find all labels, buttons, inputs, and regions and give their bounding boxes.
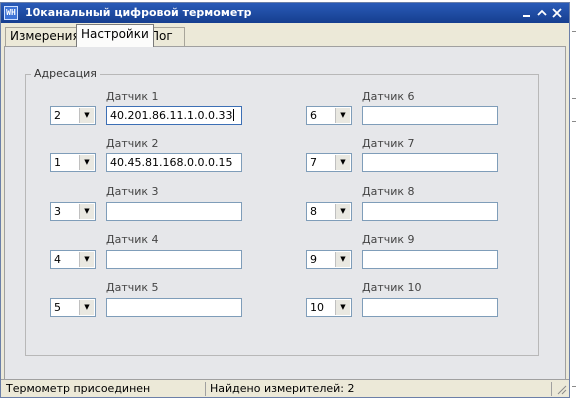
- sensor-5-label: Датчик 5: [106, 281, 159, 294]
- app-window: WH 10канальный цифровой термометр Измере…: [0, 2, 570, 398]
- dropdown-arrow-icon[interactable]: ▼: [79, 204, 94, 219]
- sensor-7-label: Датчик 7: [362, 137, 415, 150]
- dropdown-arrow-icon[interactable]: ▼: [335, 204, 350, 219]
- tab-measurements[interactable]: Измерения: [5, 27, 85, 46]
- sensor-6-label: Датчик 6: [362, 90, 415, 103]
- sensor-5-index-select[interactable]: 5 ▼: [50, 298, 96, 317]
- status-separator: [551, 382, 552, 396]
- sensor-1-address-input[interactable]: 40.201.86.11.1.0.0.33: [106, 106, 242, 125]
- settings-panel: Адресация Датчик 1 2 ▼ 40.201.86.11.1.0.…: [4, 46, 566, 380]
- dropdown-arrow-icon[interactable]: ▼: [335, 155, 350, 170]
- sensor-4-index-select[interactable]: 4 ▼: [50, 250, 96, 269]
- sensor-8-address-input[interactable]: [362, 202, 498, 221]
- status-separator: [205, 382, 206, 396]
- sensor-4-address-input[interactable]: [106, 250, 242, 269]
- dropdown-arrow-icon[interactable]: ▼: [79, 252, 94, 267]
- tab-settings[interactable]: Настройки: [76, 24, 154, 47]
- sensor-7-address-input[interactable]: [362, 153, 498, 172]
- dropdown-arrow-icon[interactable]: ▼: [79, 155, 94, 170]
- dropdown-arrow-icon[interactable]: ▼: [335, 300, 350, 315]
- sensor-9-address-input[interactable]: [362, 250, 498, 269]
- close-icon[interactable]: [550, 6, 564, 20]
- text-caret: [233, 109, 235, 121]
- sensor-8-index-select[interactable]: 8 ▼: [306, 202, 352, 221]
- maximize-icon[interactable]: [535, 6, 549, 20]
- sensor-6-index-value: 6: [310, 109, 317, 122]
- sensor-4-label: Датчик 4: [106, 233, 159, 246]
- addressing-group-label: Адресация: [31, 67, 100, 80]
- edge-tick: [572, 31, 576, 32]
- sensor-10-index-select[interactable]: 10 ▼: [306, 298, 352, 317]
- sensor-3-index-value: 3: [54, 205, 61, 218]
- sensor-4-index-value: 4: [54, 253, 61, 266]
- status-connection: Термометр присоединен: [6, 382, 151, 395]
- status-found-count: Найдено измерителей: 2: [210, 382, 355, 395]
- sensor-9-index-value: 9: [310, 253, 317, 266]
- sensor-2-index-select[interactable]: 1 ▼: [50, 153, 96, 172]
- resize-grip-icon[interactable]: [555, 383, 567, 395]
- sensor-1-address-value: 40.201.86.11.1.0.0.33: [110, 109, 233, 122]
- app-icon[interactable]: WH: [4, 6, 18, 20]
- tab-strip: Измерения Настройки Лог: [1, 23, 569, 47]
- sensor-8-index-value: 8: [310, 205, 317, 218]
- dropdown-arrow-icon[interactable]: ▼: [335, 108, 350, 123]
- sensor-5-index-value: 5: [54, 301, 61, 314]
- sensor-10-index-value: 10: [310, 301, 324, 314]
- window-title: 10канальный цифровой термометр: [25, 6, 252, 19]
- edge-tick: [572, 386, 576, 387]
- sensor-6-address-input[interactable]: [362, 106, 498, 125]
- sensor-10-label: Датчик 10: [362, 281, 422, 294]
- sensor-2-address-input[interactable]: 40.45.81.168.0.0.0.15: [106, 153, 242, 172]
- sensor-3-index-select[interactable]: 3 ▼: [50, 202, 96, 221]
- app-icon-text: WH: [6, 8, 16, 17]
- edge-tick: [572, 121, 576, 122]
- dropdown-arrow-icon[interactable]: ▼: [335, 252, 350, 267]
- sensor-1-index-value: 2: [54, 109, 61, 122]
- dropdown-arrow-icon[interactable]: ▼: [79, 108, 94, 123]
- sensor-9-label: Датчик 9: [362, 233, 415, 246]
- sensor-1-index-select[interactable]: 2 ▼: [50, 106, 96, 125]
- sensor-3-label: Датчик 3: [106, 185, 159, 198]
- title-bar[interactable]: WH 10канальный цифровой термометр: [1, 3, 569, 23]
- status-bar: Термометр присоединен Найдено измерителе…: [1, 379, 569, 397]
- sensor-10-address-input[interactable]: [362, 298, 498, 317]
- sensor-7-index-value: 7: [310, 156, 317, 169]
- background-edge: [571, 0, 577, 407]
- sensor-3-address-input[interactable]: [106, 202, 242, 221]
- sensor-2-label: Датчик 2: [106, 137, 159, 150]
- sensor-6-index-select[interactable]: 6 ▼: [306, 106, 352, 125]
- minimize-icon[interactable]: [520, 6, 534, 20]
- dropdown-arrow-icon[interactable]: ▼: [79, 300, 94, 315]
- sensor-5-address-input[interactable]: [106, 298, 242, 317]
- sensor-1-label: Датчик 1: [106, 90, 159, 103]
- sensor-2-index-value: 1: [54, 156, 61, 169]
- sensor-8-label: Датчик 8: [362, 185, 415, 198]
- edge-tick: [572, 98, 576, 99]
- sensor-7-index-select[interactable]: 7 ▼: [306, 153, 352, 172]
- sensor-9-index-select[interactable]: 9 ▼: [306, 250, 352, 269]
